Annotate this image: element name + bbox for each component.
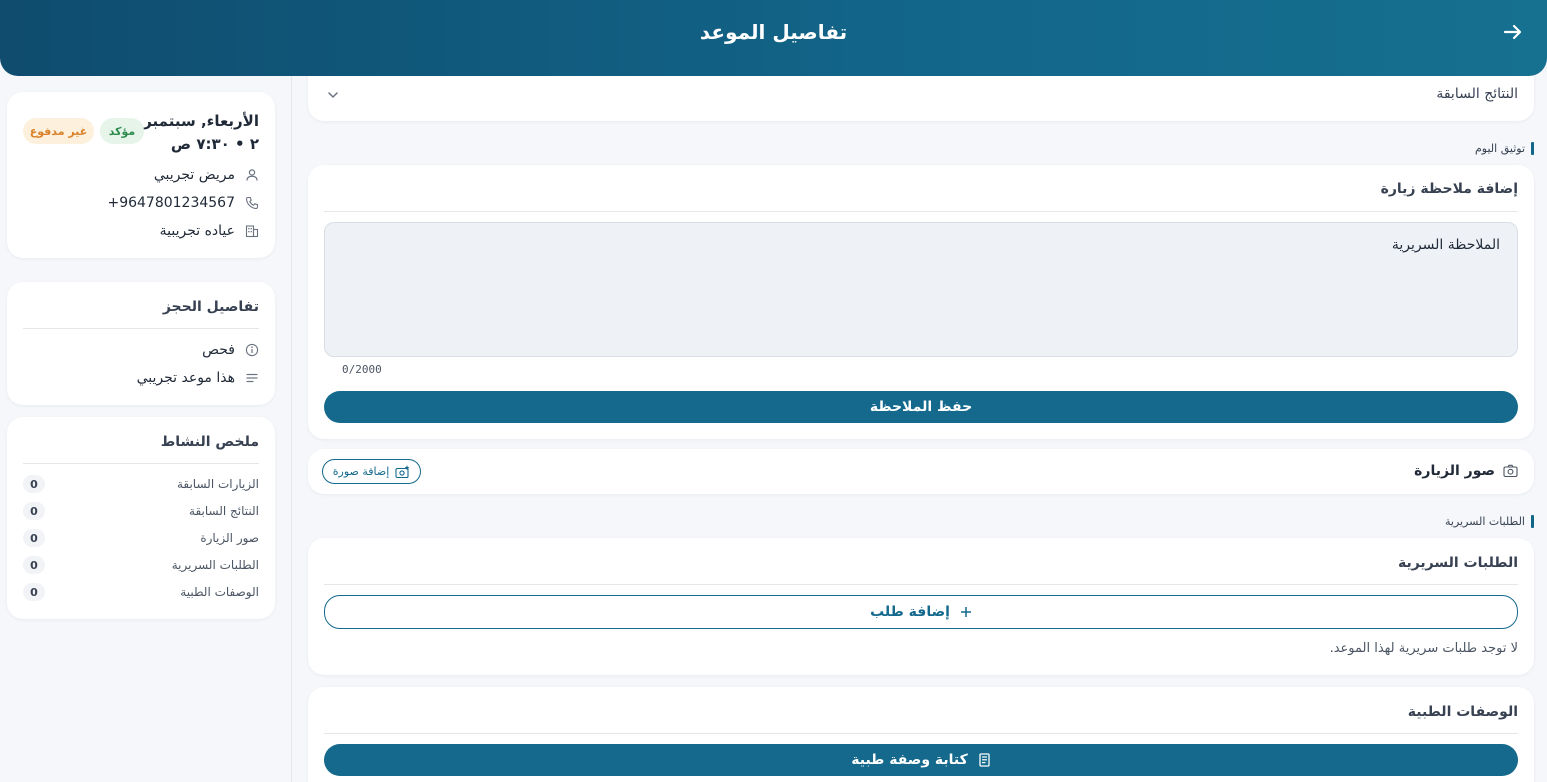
- section-label-text: توثيق اليوم: [1474, 142, 1525, 155]
- section-label-text: الطلبات السريرية: [1445, 515, 1525, 528]
- page-title: تفاصيل الموعد: [699, 20, 848, 44]
- add-order-button[interactable]: إضافة طلب: [324, 595, 1518, 629]
- person-icon: [246, 169, 258, 181]
- activity-count: 0: [23, 583, 45, 601]
- building-icon: [245, 225, 259, 238]
- app-header: تفاصيل الموعد: [0, 0, 1547, 76]
- activity-count: 0: [23, 529, 45, 547]
- activity-row: الطلبات السريرية 0: [23, 555, 259, 575]
- visit-note-title: إضافة ملاحظة زيارة: [1380, 181, 1518, 197]
- visit-photos-title: صور الزيارة: [1414, 463, 1495, 479]
- add-photo-icon: [395, 465, 410, 478]
- divider: [324, 584, 1518, 585]
- notes-icon: [246, 373, 258, 383]
- clinical-orders-title: الطلبات السريرية: [1397, 555, 1518, 571]
- clinical-orders-card: الطلبات السريرية إضافة طلب لا توجد طلبات…: [308, 538, 1534, 675]
- activity-label: الطلبات السريرية: [171, 558, 259, 572]
- patient-name: مريض تجريبي: [153, 167, 235, 183]
- appointment-datetime: الأربعاء, سبتمبر ٢ • ٧:٣٠ ص: [143, 112, 259, 153]
- activity-label: النتائج السابقة: [189, 504, 259, 518]
- clinical-note-textarea[interactable]: الملاحظة السريرية: [324, 222, 1518, 357]
- add-order-label: إضافة طلب: [870, 604, 950, 620]
- patient-phone[interactable]: +9647801234567: [107, 195, 235, 211]
- camera-icon: [1503, 464, 1518, 478]
- activity-row: صور الزيارة 0: [23, 528, 259, 548]
- section-label-orders: الطلبات السريرية: [1445, 515, 1534, 528]
- char-counter: 0/2000: [342, 363, 382, 376]
- save-note-label: حفظ الملاحظة: [869, 399, 973, 415]
- status-badge: مؤكد: [100, 118, 144, 144]
- phone-row: +9647801234567: [107, 193, 259, 213]
- phone-icon: [245, 196, 259, 210]
- add-photo-button[interactable]: إضافة صورة: [322, 459, 421, 484]
- section-marker: [1531, 142, 1534, 155]
- activity-row: النتائج السابقة 0: [23, 501, 259, 521]
- booking-note-row: هذا موعد تجريبي: [137, 368, 259, 388]
- note-placeholder: الملاحظة السريرية: [1391, 237, 1500, 253]
- clinic-row: عياده تجريبية: [160, 221, 259, 241]
- back-button[interactable]: [1501, 20, 1525, 44]
- appointment-card: الأربعاء, سبتمبر ٢ • ٧:٣٠ ص مؤكد غير مدف…: [7, 92, 275, 258]
- visit-note-card: إضافة ملاحظة زيارة الملاحظة السريرية 0/2…: [308, 165, 1534, 439]
- booking-details-card: تفاصيل الحجز فحص هذا موعد تجريبي: [7, 282, 275, 405]
- prescriptions-title: الوصفات الطبية: [1407, 704, 1518, 720]
- divider: [324, 211, 1518, 212]
- activity-label: الوصفات الطبية: [180, 585, 259, 599]
- prescription-icon: [979, 753, 990, 767]
- activity-label: صور الزيارة: [200, 531, 259, 545]
- payment-badge: غير مدفوع: [23, 118, 94, 144]
- info-icon: [245, 343, 259, 357]
- activity-count: 0: [23, 502, 45, 520]
- activity-title: ملخص النشاط: [160, 434, 259, 450]
- prescriptions-card: الوصفات الطبية كتابة وصفة طبية: [308, 687, 1534, 782]
- column-divider: [291, 76, 292, 782]
- booking-note: هذا موعد تجريبي: [136, 370, 235, 386]
- activity-label: الزيارات السابقة: [176, 477, 259, 491]
- booking-title: تفاصيل الحجز: [162, 299, 259, 315]
- booking-type-row: فحص: [202, 340, 259, 360]
- divider: [324, 733, 1518, 734]
- divider: [23, 328, 259, 329]
- add-photo-label: إضافة صورة: [332, 465, 390, 478]
- section-marker: [1531, 515, 1534, 528]
- clinic-name: عياده تجريبية: [159, 223, 235, 239]
- previous-results-label: النتائج السابقة: [1436, 86, 1518, 102]
- empty-orders-text: لا توجد طلبات سريرية لهذا الموعد.: [1329, 641, 1518, 656]
- visit-photos-header: صور الزيارة: [1414, 463, 1518, 479]
- arrow-right-icon: [1503, 24, 1522, 40]
- write-prescription-button[interactable]: كتابة وصفة طبية: [324, 744, 1518, 776]
- section-label-today: توثيق اليوم: [1475, 142, 1534, 155]
- activity-row: الوصفات الطبية 0: [23, 582, 259, 602]
- activity-summary-card: ملخص النشاط الزيارات السابقة 0 النتائج ا…: [7, 417, 275, 619]
- write-prescription-label: كتابة وصفة طبية: [851, 752, 968, 768]
- visit-photos-card: صور الزيارة إضافة صورة: [308, 449, 1534, 494]
- activity-row: الزيارات السابقة 0: [23, 474, 259, 494]
- save-note-button[interactable]: حفظ الملاحظة: [324, 391, 1518, 423]
- booking-type: فحص: [202, 342, 235, 358]
- activity-count: 0: [23, 556, 45, 574]
- patient-row: مريض تجريبي: [154, 165, 259, 185]
- divider: [23, 463, 259, 464]
- activity-count: 0: [23, 475, 45, 493]
- plus-icon: [960, 607, 971, 617]
- chevron-down-icon: [328, 92, 338, 98]
